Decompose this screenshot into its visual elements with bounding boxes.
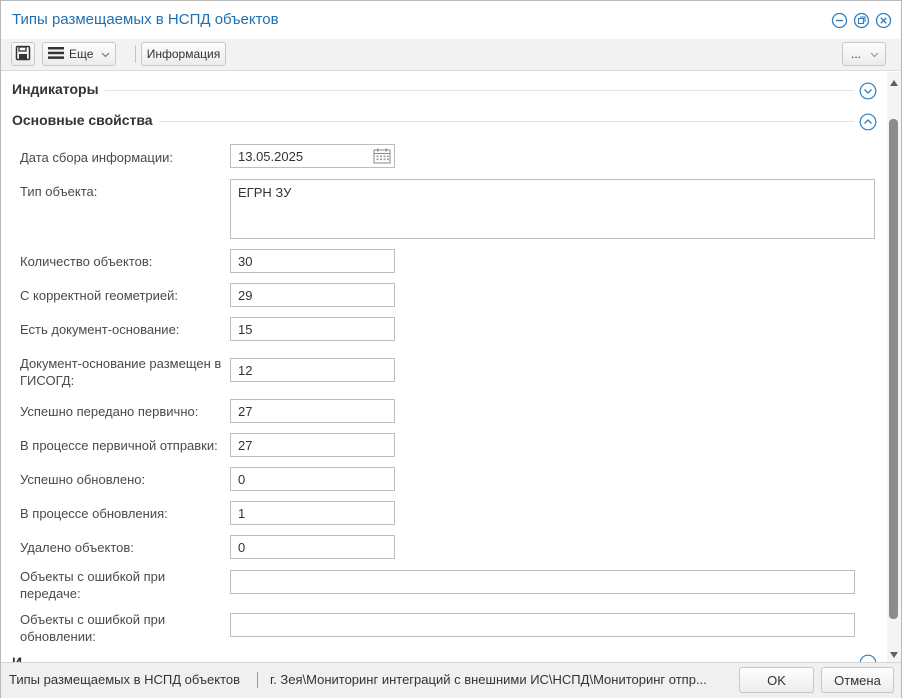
object-type-field[interactable]: ЕГРН ЗУ xyxy=(230,179,875,239)
section-title: Индикаторы xyxy=(12,81,105,97)
chevron-down-icon xyxy=(870,47,879,61)
vertical-scrollbar[interactable] xyxy=(887,72,901,662)
updating-field[interactable]: 1 xyxy=(230,501,395,525)
dialog-window: Типы размещаемых в НСПД объектов Еще Инф… xyxy=(0,0,902,698)
has-doc-label: Есть документ-основание: xyxy=(20,322,180,337)
errors-transfer-label: Объекты с ошибкой при передаче: xyxy=(20,569,166,601)
deleted-label: Удалено объектов: xyxy=(20,540,134,555)
updating-label: В процессе обновления: xyxy=(20,506,168,521)
sent-initial-field[interactable]: 27 xyxy=(230,399,395,423)
extra-menu-button[interactable]: ... xyxy=(842,42,886,66)
count-label: Количество объектов: xyxy=(20,254,153,269)
scroll-up-icon[interactable] xyxy=(889,76,899,86)
more-menu-button[interactable]: Еще xyxy=(42,42,116,66)
count-field[interactable]: 30 xyxy=(230,249,395,273)
date-label: Дата сбора информации: xyxy=(20,150,173,165)
errors-transfer-field[interactable] xyxy=(230,570,855,594)
cancel-button[interactable]: Отмена xyxy=(821,667,894,693)
status-separator xyxy=(257,672,258,688)
section-main[interactable]: Основные свойства xyxy=(12,112,882,132)
restore-icon[interactable] xyxy=(853,12,870,29)
more-menu-label: Еще xyxy=(69,47,94,61)
sending-initial-field[interactable]: 27 xyxy=(230,433,395,457)
expand-icon[interactable] xyxy=(859,82,877,100)
close-icon[interactable] xyxy=(875,12,892,29)
correct-geometry-label: С корректной геометрией: xyxy=(20,288,179,303)
scrollbar-thumb[interactable] xyxy=(889,119,898,619)
sending-initial-label: В процессе первичной отправки: xyxy=(20,438,218,453)
section-divider xyxy=(12,90,854,91)
toolbar: Еще Информация ... xyxy=(1,39,901,71)
date-value: 13.05.2025 xyxy=(238,148,304,164)
minimize-icon[interactable] xyxy=(831,12,848,29)
window-title: Типы размещаемых в НСПД объектов xyxy=(12,11,279,28)
updated-label: Успешно обновлено: xyxy=(20,472,146,487)
save-icon xyxy=(15,45,31,64)
save-button[interactable] xyxy=(11,42,35,66)
section-next-title: И xyxy=(12,654,23,662)
title-bar: Типы размещаемых в НСПД объектов xyxy=(1,1,901,39)
chevron-down-icon xyxy=(101,47,110,61)
ok-button[interactable]: OK xyxy=(739,667,814,693)
doc-in-gisogd-field[interactable]: 12 xyxy=(230,358,395,382)
toolbar-separator xyxy=(135,45,136,63)
extra-menu-label: ... xyxy=(851,47,862,61)
hamburger-icon xyxy=(48,46,64,62)
errors-update-label: Объекты с ошибкой при обновлении: xyxy=(20,612,166,644)
updated-field[interactable]: 0 xyxy=(230,467,395,491)
expand-icon[interactable] xyxy=(859,654,877,662)
section-title: Основные свойства xyxy=(12,112,159,128)
sent-initial-label: Успешно передано первично: xyxy=(20,404,199,419)
status-bar: Типы размещаемых в НСПД объектов г. Зея\… xyxy=(1,662,901,698)
status-form-name: Типы размещаемых в НСПД объектов xyxy=(9,672,241,687)
form-content: Индикаторы Основные свойства Дата сбора … xyxy=(1,72,887,662)
calendar-icon[interactable] xyxy=(373,148,391,164)
object-type-label: Тип объекта: xyxy=(20,184,98,199)
status-path: г. Зея\Мониторинг интеграций с внешними … xyxy=(270,672,707,687)
doc-in-gisogd-label: Документ-основание размещен в ГИСОГД: xyxy=(20,356,222,388)
correct-geometry-field[interactable]: 29 xyxy=(230,283,395,307)
deleted-field[interactable]: 0 xyxy=(230,535,395,559)
has-doc-field[interactable]: 15 xyxy=(230,317,395,341)
scroll-down-icon[interactable] xyxy=(889,648,899,658)
date-field[interactable]: 13.05.2025 xyxy=(230,144,395,168)
section-indicators[interactable]: Индикаторы xyxy=(12,81,882,101)
info-button[interactable]: Информация xyxy=(141,42,226,66)
errors-update-field[interactable] xyxy=(230,613,855,637)
collapse-icon[interactable] xyxy=(859,113,877,131)
